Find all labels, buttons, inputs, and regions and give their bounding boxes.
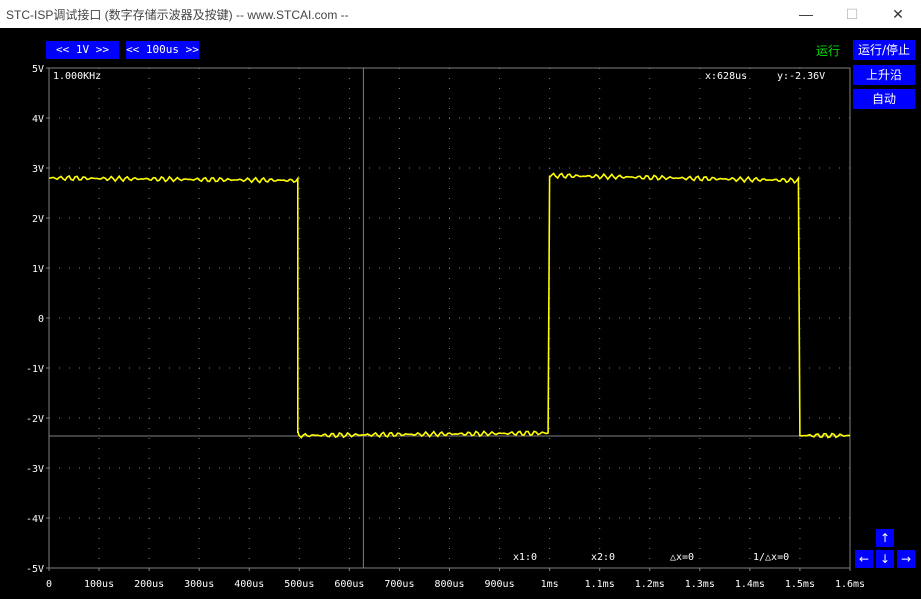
y-tick-label: 1V [32,264,44,275]
scope-display: 5V4V3V2V1V0-1V-2V-3V-4V-5V0 100us 200us 300… [26,64,865,590]
x-tick-label: 100us [84,579,114,590]
x-tick-label: 1ms [541,579,559,590]
run-status: 运行 [816,44,841,58]
x-tick-label: 1.4ms [735,579,765,590]
y-tick-label: 5V [32,64,44,75]
right-arrow-button[interactable]: → [897,550,915,568]
time-div-selector[interactable]: << 100us >> [126,41,199,59]
minimize-button[interactable]: — [783,0,829,28]
x-tick-label: 1.5ms [785,579,815,590]
frequency-readout: 1.000KHz [53,71,102,82]
x-tick-label: 300us [184,579,214,590]
maximize-button[interactable]: ☐ [829,0,875,28]
y-tick-label: -1V [26,364,44,375]
x-tick-label: 600us [334,579,364,590]
cursor-y-readout: y:-2.36V [777,71,826,82]
x-tick-label: 900us [485,579,515,590]
y-tick-label: -4V [26,514,44,525]
run-stop-button[interactable]: 运行/停止 [853,40,915,60]
left-arrow-button[interactable]: ← [855,550,873,568]
y-tick-label: -5V [26,564,44,575]
inverse-delta-x-readout: 1/△x=0 [753,552,790,563]
auto-button[interactable]: 自动 [853,89,915,109]
y-tick-label: 0 [38,314,44,325]
y-tick-label: 3V [32,164,44,175]
y-tick-label: -3V [26,464,44,475]
x2-readout: x2:0 [591,552,616,563]
x-tick-label: 1.2ms [635,579,665,590]
y-tick-label: 2V [32,214,44,225]
signal-trace-0 [49,172,851,439]
rising-edge-button[interactable]: 上升沿 [853,65,915,85]
y-tick-label: 4V [32,114,44,125]
up-arrow-button[interactable]: ↑ [876,529,894,547]
title-bar: STC-ISP调试接口 (数字存储示波器及按键) -- www.STCAI.co… [0,0,921,28]
volt-div-selector[interactable]: << 1V >> [46,41,119,59]
down-arrow-button[interactable]: ↓ [876,550,894,568]
plot-frame [48,67,851,569]
x-tick-label: 1.3ms [685,579,715,590]
x-tick-label: 800us [434,579,464,590]
window-title: STC-ISP调试接口 (数字存储示波器及按键) -- www.STCAI.co… [6,8,349,22]
x-tick-label: 500us [284,579,314,590]
x-tick-label: 1.6ms [835,579,865,590]
delta-x-readout: △x=0 [670,552,695,563]
x-tick-label: 700us [384,579,414,590]
x-tick-label: 1.1ms [585,579,615,590]
y-tick-label: -2V [26,414,44,425]
close-button[interactable]: ✕ [875,0,921,28]
x-tick-label: 400us [234,579,264,590]
x-tick-label: 200us [134,579,164,590]
cursor-x-readout: x:628us [705,71,748,82]
x-tick-label: 0 [46,579,52,590]
x1-readout: x1:0 [513,552,538,563]
